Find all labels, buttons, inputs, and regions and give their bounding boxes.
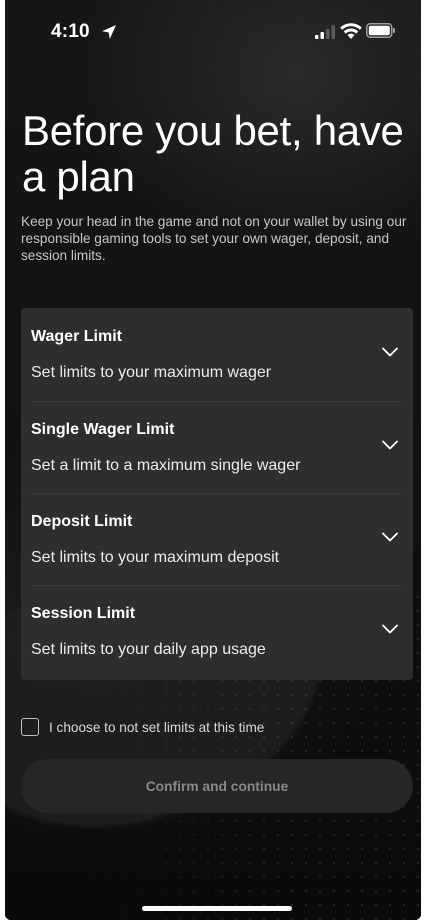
limit-item-deposit[interactable]: Deposit Limit Set limits to your maximum… [21, 493, 413, 585]
limit-description: Set limits to your maximum wager [31, 364, 272, 381]
limit-description: Set a limit to a maximum single wager [31, 457, 301, 474]
chevron-down-icon[interactable] [381, 439, 399, 451]
limit-title: Session Limit [31, 605, 136, 622]
limit-title: Single Wager Limit [31, 421, 175, 438]
limit-item-single-wager[interactable]: Single Wager Limit Set a limit to a maxi… [21, 401, 413, 493]
limit-title: Wager Limit [31, 328, 122, 345]
limits-accordion: Wager Limit Set limits to your maximum w… [21, 308, 413, 680]
intro-text: Keep your head in the game and not on yo… [21, 214, 407, 263]
chevron-down-icon[interactable] [381, 346, 399, 358]
chevron-down-icon[interactable] [381, 623, 399, 635]
limit-title: Deposit Limit [31, 513, 133, 530]
limit-item-wager[interactable]: Wager Limit Set limits to your maximum w… [21, 308, 413, 400]
home-indicator[interactable] [142, 906, 292, 911]
limit-item-session[interactable]: Session Limit Set limits to your daily a… [21, 585, 413, 677]
battery-icon [366, 23, 395, 38]
chevron-down-icon[interactable] [381, 531, 399, 543]
location-arrow-icon [102, 25, 116, 39]
optout-checkbox[interactable] [21, 718, 39, 736]
status-time: 4:10 [51, 21, 90, 42]
optout-row[interactable]: I choose to not set limits at this time [21, 718, 321, 740]
cellular-signal-icon [315, 25, 335, 39]
page-title: Before you bet, have a plan [22, 107, 404, 200]
optout-label[interactable]: I choose to not set limits at this time [49, 720, 264, 735]
confirm-continue-button[interactable]: Confirm and continue [21, 759, 413, 813]
limit-description: Set limits to your maximum deposit [31, 549, 280, 566]
limit-description: Set limits to your daily app usage [31, 641, 266, 658]
wifi-icon [340, 23, 362, 39]
status-bar: 4:10 [5, 0, 421, 62]
app-screen: 4:10 Before you bet, have a plan Keep yo… [5, 0, 421, 920]
